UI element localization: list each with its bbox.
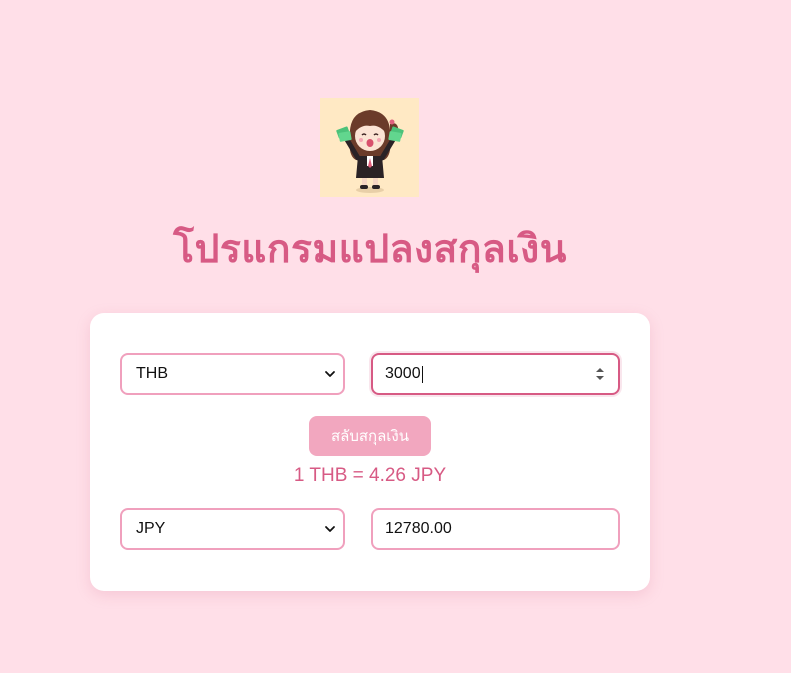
exchange-rate-text: 1 THB = 4.26 JPY bbox=[293, 465, 447, 486]
mascot-image bbox=[320, 98, 419, 197]
text-caret bbox=[421, 365, 423, 383]
from-currency-select[interactable]: THB bbox=[120, 353, 345, 395]
from-amount-value: 3000 bbox=[385, 365, 421, 382]
page-title: โปรแกรมแปลงสกุลเงิน bbox=[173, 227, 567, 272]
from-amount-input[interactable]: 3000 bbox=[371, 353, 620, 395]
number-spinner-icon[interactable] bbox=[594, 366, 606, 382]
to-amount-value: 12780.00 bbox=[385, 520, 452, 537]
to-currency-select[interactable]: JPY bbox=[120, 508, 345, 550]
swap-currency-button[interactable]: สลับสกุลเงิน bbox=[309, 416, 431, 456]
chevron-down-icon bbox=[325, 371, 335, 377]
to-amount-field[interactable]: 12780.00 bbox=[371, 508, 620, 550]
to-currency-value: JPY bbox=[136, 520, 166, 537]
converter-card: THB 3000 สลับสกุลเงิน 1 THB = 4.26 JPY J… bbox=[90, 313, 650, 591]
currency-converter-page: โปรแกรมแปลงสกุลเงิน THB 3000 สลับสกุลเงิ… bbox=[0, 0, 791, 673]
from-currency-value: THB bbox=[136, 365, 168, 382]
cheerful-girl-icon bbox=[336, 110, 404, 193]
chevron-down-icon bbox=[325, 526, 335, 532]
